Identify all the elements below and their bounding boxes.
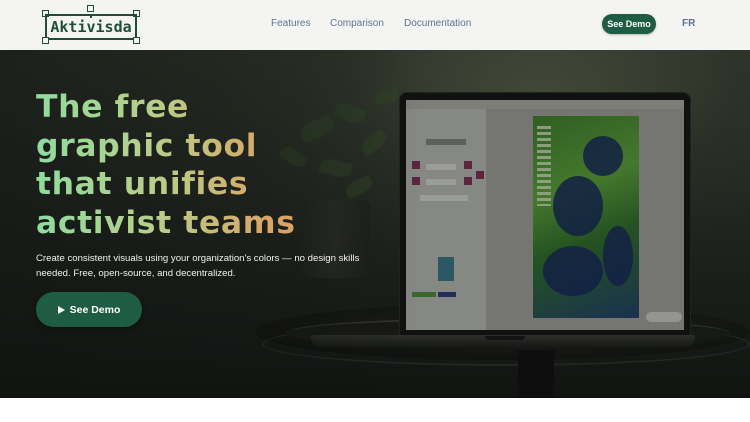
- hero-headline-line: that unifies: [36, 165, 376, 204]
- below-hero-area: [0, 398, 750, 422]
- hero-headline-line: The free: [36, 88, 376, 127]
- logo-handle-bottom-left: [42, 37, 49, 44]
- hero-headline: The free graphic tool that unifies activ…: [36, 88, 376, 242]
- nav-link-comparison[interactable]: Comparison: [330, 18, 384, 29]
- hero-headline-line: activist teams: [36, 204, 376, 243]
- hero-see-demo-label: See Demo: [69, 303, 121, 316]
- logo-handle-bottom-right: [133, 37, 140, 44]
- language-switch[interactable]: FR: [682, 18, 695, 29]
- hero-headline-line: graphic tool: [36, 127, 376, 166]
- hero-subtitle: Create consistent visuals using your org…: [36, 253, 360, 279]
- logo-handle-top-center: [87, 5, 94, 12]
- nav-link-documentation[interactable]: Documentation: [404, 18, 471, 29]
- hero-see-demo-button[interactable]: See Demo: [36, 292, 142, 327]
- play-icon: [57, 305, 65, 314]
- top-navbar: Aktivisda Features Comparison Documentat…: [0, 0, 750, 50]
- logo-text: Aktivisda: [50, 18, 132, 36]
- logo[interactable]: Aktivisda: [42, 5, 140, 45]
- logo-box: Aktivisda: [45, 14, 137, 40]
- hero-section: The free graphic tool that unifies activ…: [0, 50, 750, 398]
- nav-link-features[interactable]: Features: [271, 18, 310, 29]
- nav-see-demo-button[interactable]: See Demo: [602, 14, 656, 34]
